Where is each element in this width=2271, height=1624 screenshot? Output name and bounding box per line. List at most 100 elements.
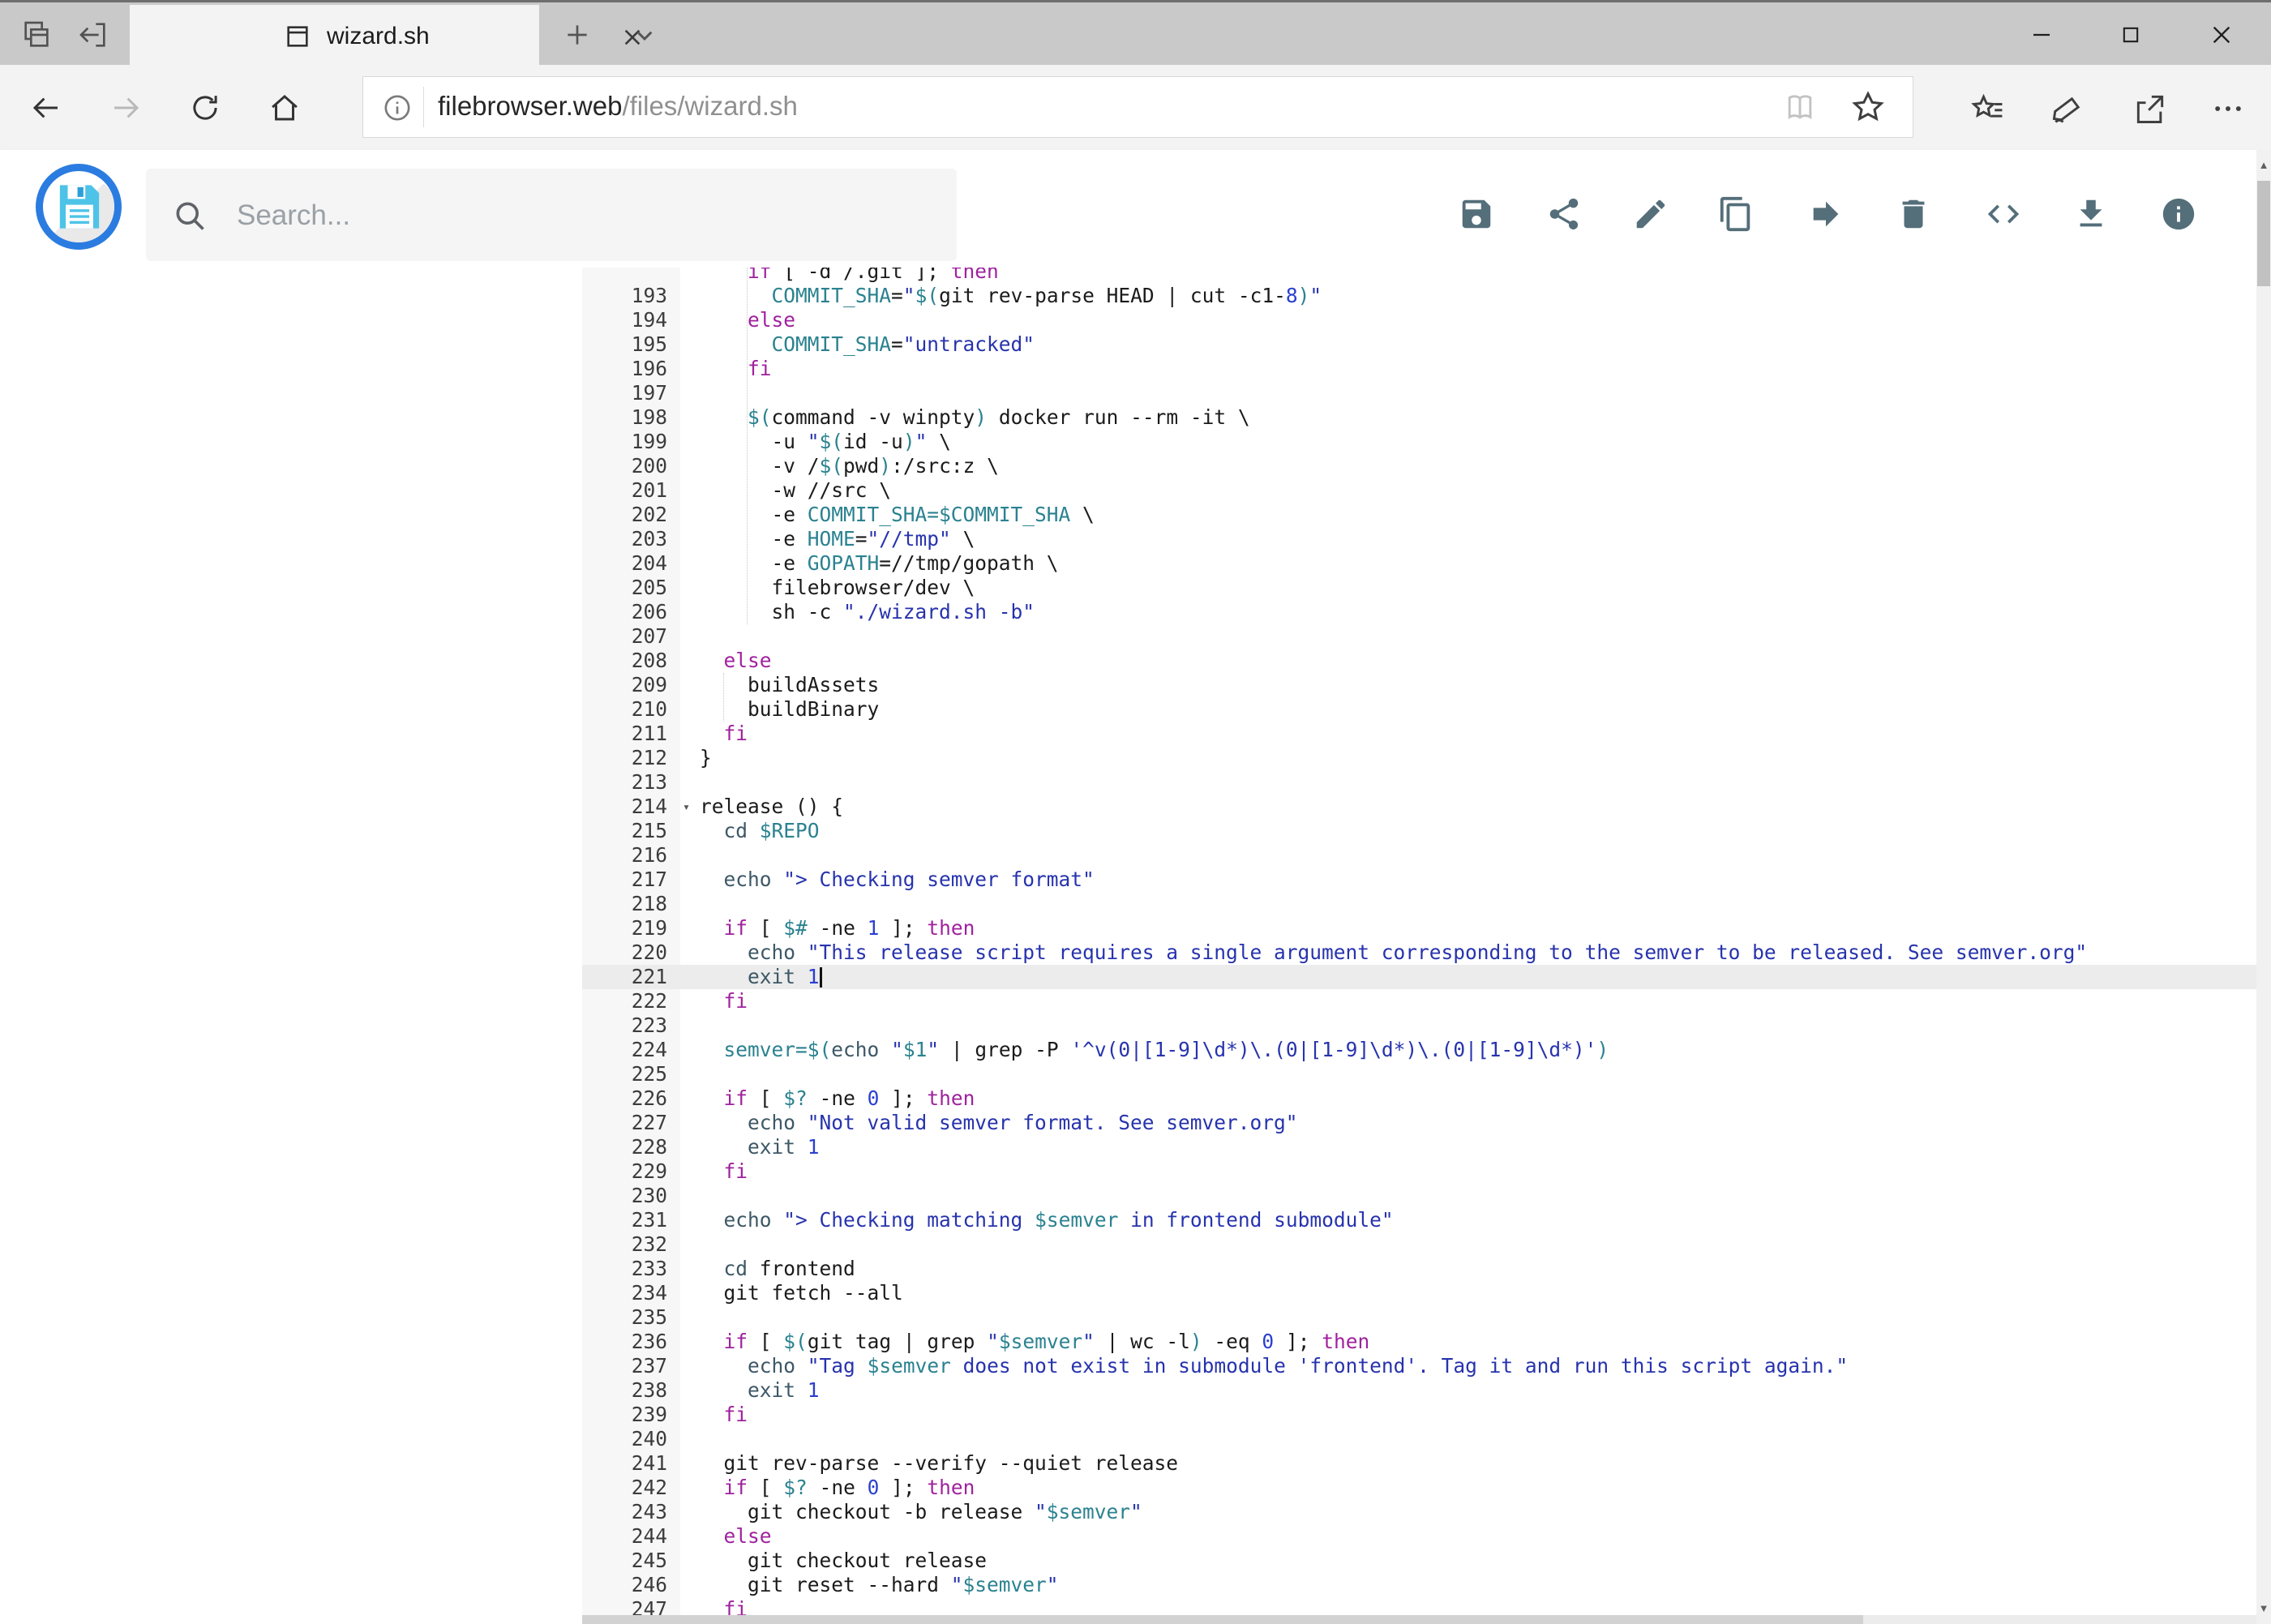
code-line-237[interactable]: 237 echo "Tag $semver does not exist in … <box>0 1354 2256 1378</box>
share-button[interactable] <box>1532 182 1596 246</box>
set-tabs-aside-icon[interactable] <box>77 19 109 51</box>
code-line-241[interactable]: 241 git rev-parse --verify --quiet relea… <box>0 1451 2256 1476</box>
url-field[interactable]: filebrowser.web/files/wizard.sh <box>362 76 1913 138</box>
info-button[interactable] <box>2146 182 2211 246</box>
code-line-192[interactable]: if [ -d /.git ]; then <box>0 268 2256 284</box>
code-line-211[interactable]: 211 fi <box>0 722 2256 746</box>
code-line-217[interactable]: 217 echo "> Checking semver format" <box>0 868 2256 892</box>
refresh-icon[interactable] <box>188 91 222 125</box>
edit-button[interactable] <box>1618 182 1683 246</box>
code-line-194[interactable]: 194 else <box>0 308 2256 332</box>
code-line-239[interactable]: 239 fi <box>0 1403 2256 1427</box>
tab-preview-icon[interactable] <box>20 19 53 51</box>
line-number: 218 <box>631 892 667 915</box>
delete-button[interactable] <box>1881 182 1946 246</box>
more-icon[interactable] <box>2210 91 2244 125</box>
reading-view-icon[interactable] <box>1782 90 1818 130</box>
code-line-226[interactable]: 226 if [ $? -ne 0 ]; then <box>0 1086 2256 1111</box>
code-line-246[interactable]: 246 git reset --hard "$semver" <box>0 1573 2256 1597</box>
filebrowser-logo[interactable] <box>36 164 122 250</box>
code-line-212[interactable]: 212} <box>0 746 2256 770</box>
horizontal-scrollbar[interactable] <box>582 1615 2256 1624</box>
code-line-201[interactable]: 201 -w //src \ <box>0 478 2256 503</box>
code-line-244[interactable]: 244 else <box>0 1524 2256 1549</box>
code-line-208[interactable]: 208 else <box>0 649 2256 673</box>
code-view-button[interactable] <box>1971 182 2036 246</box>
code-line-227[interactable]: 227 echo "Not valid semver format. See s… <box>0 1111 2256 1135</box>
scroll-down-icon[interactable]: ▼ <box>2256 1598 2271 1619</box>
vertical-scrollbar[interactable]: ▲ ▼ <box>2256 150 2271 1624</box>
code-line-203[interactable]: 203 -e HOME="//tmp" \ <box>0 527 2256 551</box>
code-line-199[interactable]: 199 -u "$(id -u)" \ <box>0 430 2256 454</box>
code-line-210[interactable]: 210 buildBinary <box>0 697 2256 722</box>
code-line-231[interactable]: 231 echo "> Checking matching $semver in… <box>0 1208 2256 1232</box>
code-line-198[interactable]: 198 $(command -v winpty) docker run --rm… <box>0 405 2256 430</box>
copy-button[interactable] <box>1703 182 1768 246</box>
code-line-222[interactable]: 222 fi <box>0 989 2256 1013</box>
tab-wizard-sh[interactable]: wizard.sh <box>130 5 641 67</box>
code-line-202[interactable]: 202 -e COMMIT_SHA=$COMMIT_SHA \ <box>0 503 2256 527</box>
code-line-228[interactable]: 228 exit 1 <box>0 1135 2256 1159</box>
code-line-223[interactable]: 223 <box>0 1013 2256 1038</box>
code-line-197[interactable]: 197 <box>0 381 2256 405</box>
code-line-235[interactable]: 235 <box>0 1305 2256 1330</box>
code-line-220[interactable]: 220 echo "This release script requires a… <box>0 941 2256 965</box>
code-line-229[interactable]: 229 fi <box>0 1159 2256 1184</box>
back-icon[interactable] <box>29 91 63 125</box>
web-note-icon[interactable] <box>2050 91 2084 125</box>
code-line-225[interactable]: 225 <box>0 1062 2256 1086</box>
home-icon[interactable] <box>268 91 302 125</box>
line-number: 225 <box>631 1062 667 1086</box>
code-line-200[interactable]: 200 -v /$(pwd):/src:z \ <box>0 454 2256 478</box>
new-tab-button[interactable] <box>561 19 593 51</box>
code-line-196[interactable]: 196 fi <box>0 357 2256 381</box>
code-line-243[interactable]: 243 git checkout -b release "$semver" <box>0 1500 2256 1524</box>
floppy-disk-icon <box>59 185 100 229</box>
move-button[interactable] <box>1793 182 1858 246</box>
code-line-221[interactable]: 221 exit 1 <box>0 965 2256 989</box>
search-input[interactable]: Search... <box>146 169 957 261</box>
code-line-207[interactable]: 207 <box>0 624 2256 649</box>
save-button[interactable] <box>1444 182 1509 246</box>
favorites-hub-icon[interactable] <box>1970 91 2004 125</box>
code-line-205[interactable]: 205 filebrowser/dev \ <box>0 576 2256 600</box>
code-line-218[interactable]: 218 <box>0 892 2256 916</box>
code-line-230[interactable]: 230 <box>0 1184 2256 1208</box>
code-line-224[interactable]: 224 semver=$(echo "$1" | grep -P '^v(0|[… <box>0 1038 2256 1062</box>
vertical-scrollbar-thumb[interactable] <box>2257 181 2270 286</box>
window-minimize-button[interactable] <box>2009 12 2074 58</box>
code-line-193[interactable]: 193 COMMIT_SHA="$(git rev-parse HEAD | c… <box>0 284 2256 308</box>
code-line-204[interactable]: 204 -e GOPATH=//tmp/gopath \ <box>0 551 2256 576</box>
window-maximize-button[interactable] <box>2098 12 2163 58</box>
code-line-245[interactable]: 245 git checkout release <box>0 1549 2256 1573</box>
scroll-up-icon[interactable]: ▲ <box>2256 155 2271 176</box>
address-bar: filebrowser.web/files/wizard.sh <box>0 65 2271 150</box>
code-line-247[interactable]: 247 fi <box>0 1597 2256 1615</box>
code-line-219[interactable]: 219 if [ $# -ne 1 ]; then <box>0 916 2256 941</box>
code-line-215[interactable]: 215 cd $REPO <box>0 819 2256 843</box>
forward-icon[interactable] <box>109 91 143 125</box>
site-info-icon[interactable] <box>381 92 413 128</box>
code-line-206[interactable]: 206 sh -c "./wizard.sh -b" <box>0 600 2256 624</box>
tab-list-chevron-icon[interactable] <box>628 19 661 51</box>
favorite-star-icon[interactable] <box>1849 88 1887 130</box>
code-line-216[interactable]: 216 <box>0 843 2256 868</box>
code-line-240[interactable]: 240 <box>0 1427 2256 1451</box>
code-line-209[interactable]: 209 buildAssets <box>0 673 2256 697</box>
code-line-234[interactable]: 234 git fetch --all <box>0 1281 2256 1305</box>
code-editor[interactable]: if [ -d /.git ]; then 193 COMMIT_SHA="$(g… <box>0 268 2256 1615</box>
code-line-242[interactable]: 242 if [ $? -ne 0 ]; then <box>0 1476 2256 1500</box>
code-line-214[interactable]: 214 ▾ release () { <box>0 795 2256 819</box>
code-line-233[interactable]: 233 cd frontend <box>0 1257 2256 1281</box>
line-number: 224 <box>631 1038 667 1061</box>
code-line-232[interactable]: 232 <box>0 1232 2256 1257</box>
code-line-236[interactable]: 236 if [ $(git tag | grep "$semver" | wc… <box>0 1330 2256 1354</box>
code-line-213[interactable]: 213 <box>0 770 2256 795</box>
horizontal-scrollbar-thumb[interactable] <box>582 1615 1863 1624</box>
share-page-icon[interactable] <box>2132 91 2166 125</box>
code-line-195[interactable]: 195 COMMIT_SHA="untracked" <box>0 332 2256 357</box>
code-line-238[interactable]: 238 exit 1 <box>0 1378 2256 1403</box>
download-button[interactable] <box>2059 182 2123 246</box>
fold-marker-icon[interactable]: ▾ <box>683 795 690 819</box>
window-close-button[interactable] <box>2189 12 2254 58</box>
